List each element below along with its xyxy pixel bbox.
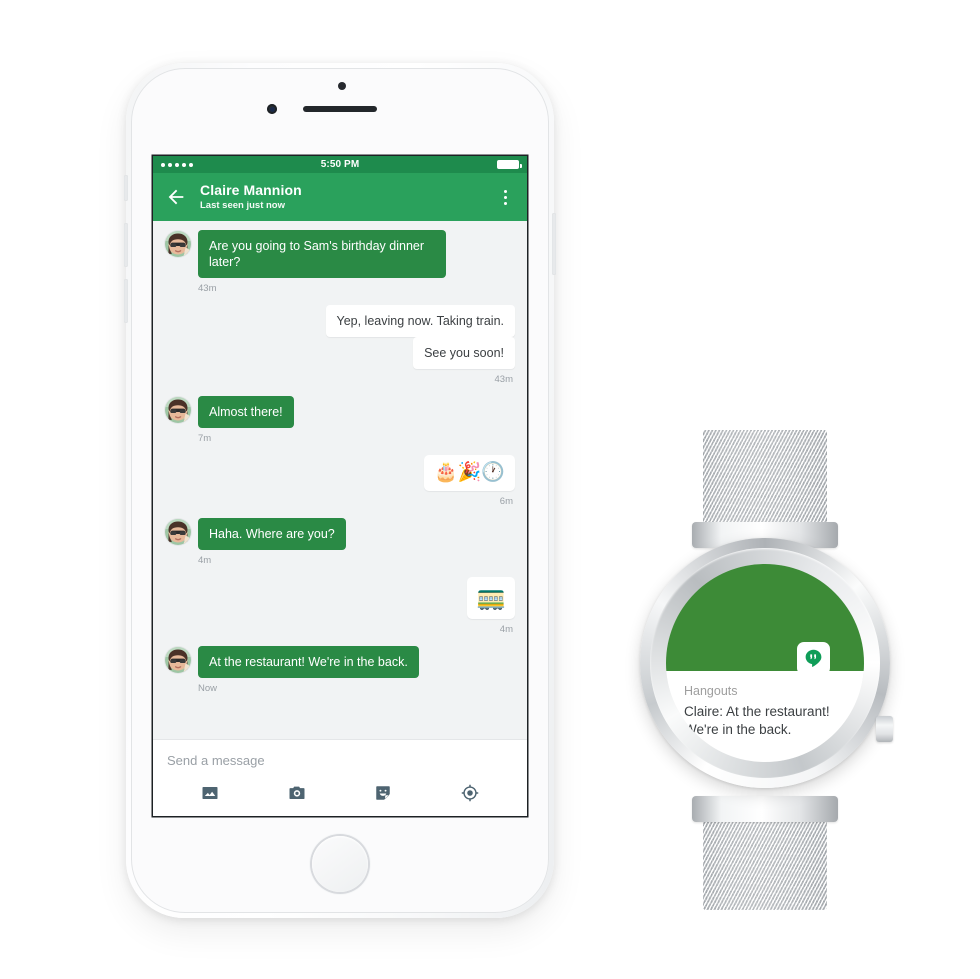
contact-status: Last seen just now [200, 199, 285, 211]
message-thread[interactable]: Are you going to Sam's birthday dinner l… [153, 221, 527, 739]
watch-crown-button[interactable] [876, 716, 893, 742]
overflow-menu-icon[interactable] [495, 187, 515, 207]
watch-band-bottom [703, 814, 827, 910]
message-row[interactable]: Are you going to Sam's birthday dinner l… [165, 230, 515, 278]
message-bubble[interactable]: Are you going to Sam's birthday dinner l… [198, 230, 446, 278]
power-button[interactable] [552, 213, 556, 275]
phone-screen: 5:50 PM Claire Mannion Last seen just no… [153, 156, 527, 816]
sticker-bubble[interactable]: 🎂🎉🕐 [424, 455, 515, 491]
volume-down-button[interactable] [124, 279, 128, 323]
avatar[interactable] [165, 397, 191, 423]
home-button[interactable] [312, 836, 368, 892]
watch-background [666, 564, 864, 671]
location-icon[interactable] [461, 784, 479, 802]
watch-screen[interactable]: Hangouts Claire: At the restaurant! We'r… [666, 564, 864, 762]
contact-info[interactable]: Claire Mannion Last seen just now [200, 181, 495, 212]
message-bubble[interactable]: At the restaurant! We're in the back. [198, 646, 419, 678]
sticker-bubble[interactable]: 🚃 [467, 577, 515, 619]
battery-full-icon [497, 160, 522, 169]
message-row[interactable]: See you soon! [165, 337, 515, 369]
contact-name: Claire Mannion [200, 181, 302, 198]
message-input[interactable]: Send a message [153, 740, 527, 770]
notification-line-2: We're in the back. [684, 722, 792, 737]
avatar[interactable] [165, 647, 191, 673]
avatar[interactable] [165, 231, 191, 257]
message-timestamp: 43m [494, 374, 513, 385]
photo-icon[interactable] [201, 784, 219, 802]
notification-line-1: Claire: At the restaurant! [684, 704, 830, 719]
silent-switch[interactable] [124, 175, 128, 201]
message-row[interactable]: At the restaurant! We're in the back. [165, 646, 515, 678]
message-bubble[interactable]: Almost there! [198, 396, 294, 428]
status-bar: 5:50 PM [153, 156, 527, 173]
composer-actions [153, 776, 527, 810]
proximity-sensor-icon [338, 82, 346, 90]
watch-band-top [703, 430, 827, 530]
message-timestamp: 6m [499, 496, 513, 507]
smartwatch-device: Hangouts Claire: At the restaurant! We'r… [640, 430, 893, 910]
message-timestamp: 4m [198, 555, 212, 566]
notification-text: Claire: At the restaurant! We're in the … [684, 703, 846, 739]
message-bubble[interactable]: Yep, leaving now. Taking train. [325, 305, 515, 337]
back-arrow-icon[interactable] [165, 186, 187, 208]
message-row[interactable]: Yep, leaving now. Taking train. [165, 305, 515, 337]
message-timestamp: 7m [198, 433, 212, 444]
message-timestamp: Now [198, 683, 218, 694]
message-row[interactable]: Almost there! [165, 396, 515, 428]
camera-icon[interactable] [288, 784, 306, 802]
watch-case: Hangouts Claire: At the restaurant! We'r… [640, 538, 893, 788]
message-composer: Send a message [153, 739, 527, 816]
watch-notification-card[interactable]: Hangouts Claire: At the restaurant! We'r… [666, 671, 864, 762]
sticker-icon[interactable] [374, 784, 392, 802]
message-timestamp: 43m [198, 283, 217, 294]
message-row[interactable]: 🎂🎉🕐 [165, 455, 515, 491]
message-timestamp: 4m [499, 624, 513, 635]
volume-up-button[interactable] [124, 223, 128, 267]
message-row[interactable]: Haha. Where are you? [165, 518, 515, 550]
message-bubble[interactable]: See you soon! [413, 337, 515, 369]
front-camera-icon [267, 104, 277, 114]
watch-lug-bottom [692, 796, 838, 822]
status-bar-time: 5:50 PM [320, 159, 360, 170]
app-bar: Claire Mannion Last seen just now [153, 173, 527, 221]
phone-device: 5:50 PM Claire Mannion Last seen just no… [124, 63, 556, 918]
scene: 5:50 PM Claire Mannion Last seen just no… [0, 0, 980, 979]
message-bubble[interactable]: Haha. Where are you? [198, 518, 346, 550]
message-row[interactable]: 🚃 [165, 577, 515, 619]
avatar[interactable] [165, 519, 191, 545]
earpiece-speaker [303, 106, 377, 112]
notification-app-name: Hangouts [684, 684, 738, 698]
